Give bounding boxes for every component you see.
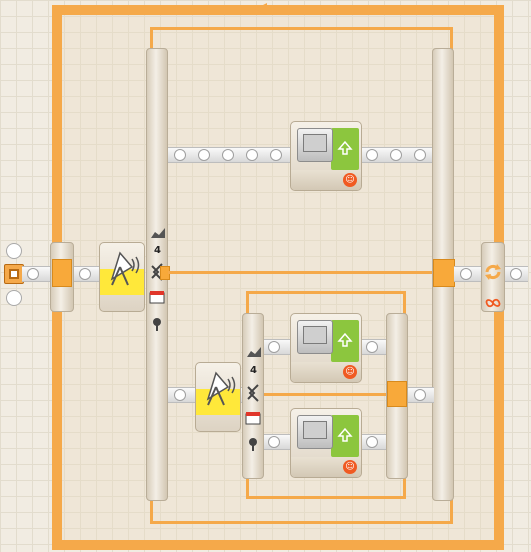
sound-block-1[interactable] [99, 242, 145, 312]
inner-switch-right-marker [387, 381, 407, 407]
display-block-top[interactable]: ☺ [290, 121, 362, 191]
loop-direction-arrow-icon [255, 0, 277, 15]
flower-icon [151, 316, 163, 331]
left-port-top [6, 243, 22, 259]
upload-arrow-icon [337, 140, 353, 156]
condition-arrows-icon-2 [244, 383, 262, 403]
display-block-inner-2[interactable]: ☺ [290, 408, 362, 478]
smiley-icon-2: ☺ [343, 365, 357, 379]
satellite-dish-icon [106, 249, 140, 289]
inner-switch-case-count: 4 [250, 365, 257, 376]
upload-arrow-icon-3 [337, 427, 353, 443]
inner-exit-beam [408, 387, 434, 403]
flower-icon-2 [247, 436, 259, 451]
outer-switch-case-count: 4 [154, 245, 161, 256]
sensor-chart-icon-2 [247, 342, 261, 357]
smiley-icon-3: ☺ [343, 460, 357, 474]
loop-refresh-icon [483, 262, 503, 282]
middle-branch-line [168, 271, 434, 274]
sensor-chart-icon [151, 223, 165, 238]
start-square-icon[interactable] [4, 264, 24, 284]
calendar-icon [149, 289, 165, 304]
sound-block-2[interactable] [195, 362, 241, 432]
left-port-bottom [6, 290, 22, 306]
satellite-dish-icon-2 [202, 369, 236, 409]
calendar-icon-2 [245, 410, 261, 425]
monitor-icon [297, 128, 333, 162]
outer-switch-right-marker [433, 259, 455, 287]
loop-start-bar-marker [52, 259, 72, 287]
monitor-icon-2 [297, 320, 333, 354]
monitor-icon-3 [297, 415, 333, 449]
smiley-icon: ☺ [343, 173, 357, 187]
infinity-icon [485, 293, 501, 308]
upload-arrow-icon-2 [337, 332, 353, 348]
display-block-inner-1[interactable]: ☺ [290, 313, 362, 383]
inner-middle-line [264, 393, 386, 396]
